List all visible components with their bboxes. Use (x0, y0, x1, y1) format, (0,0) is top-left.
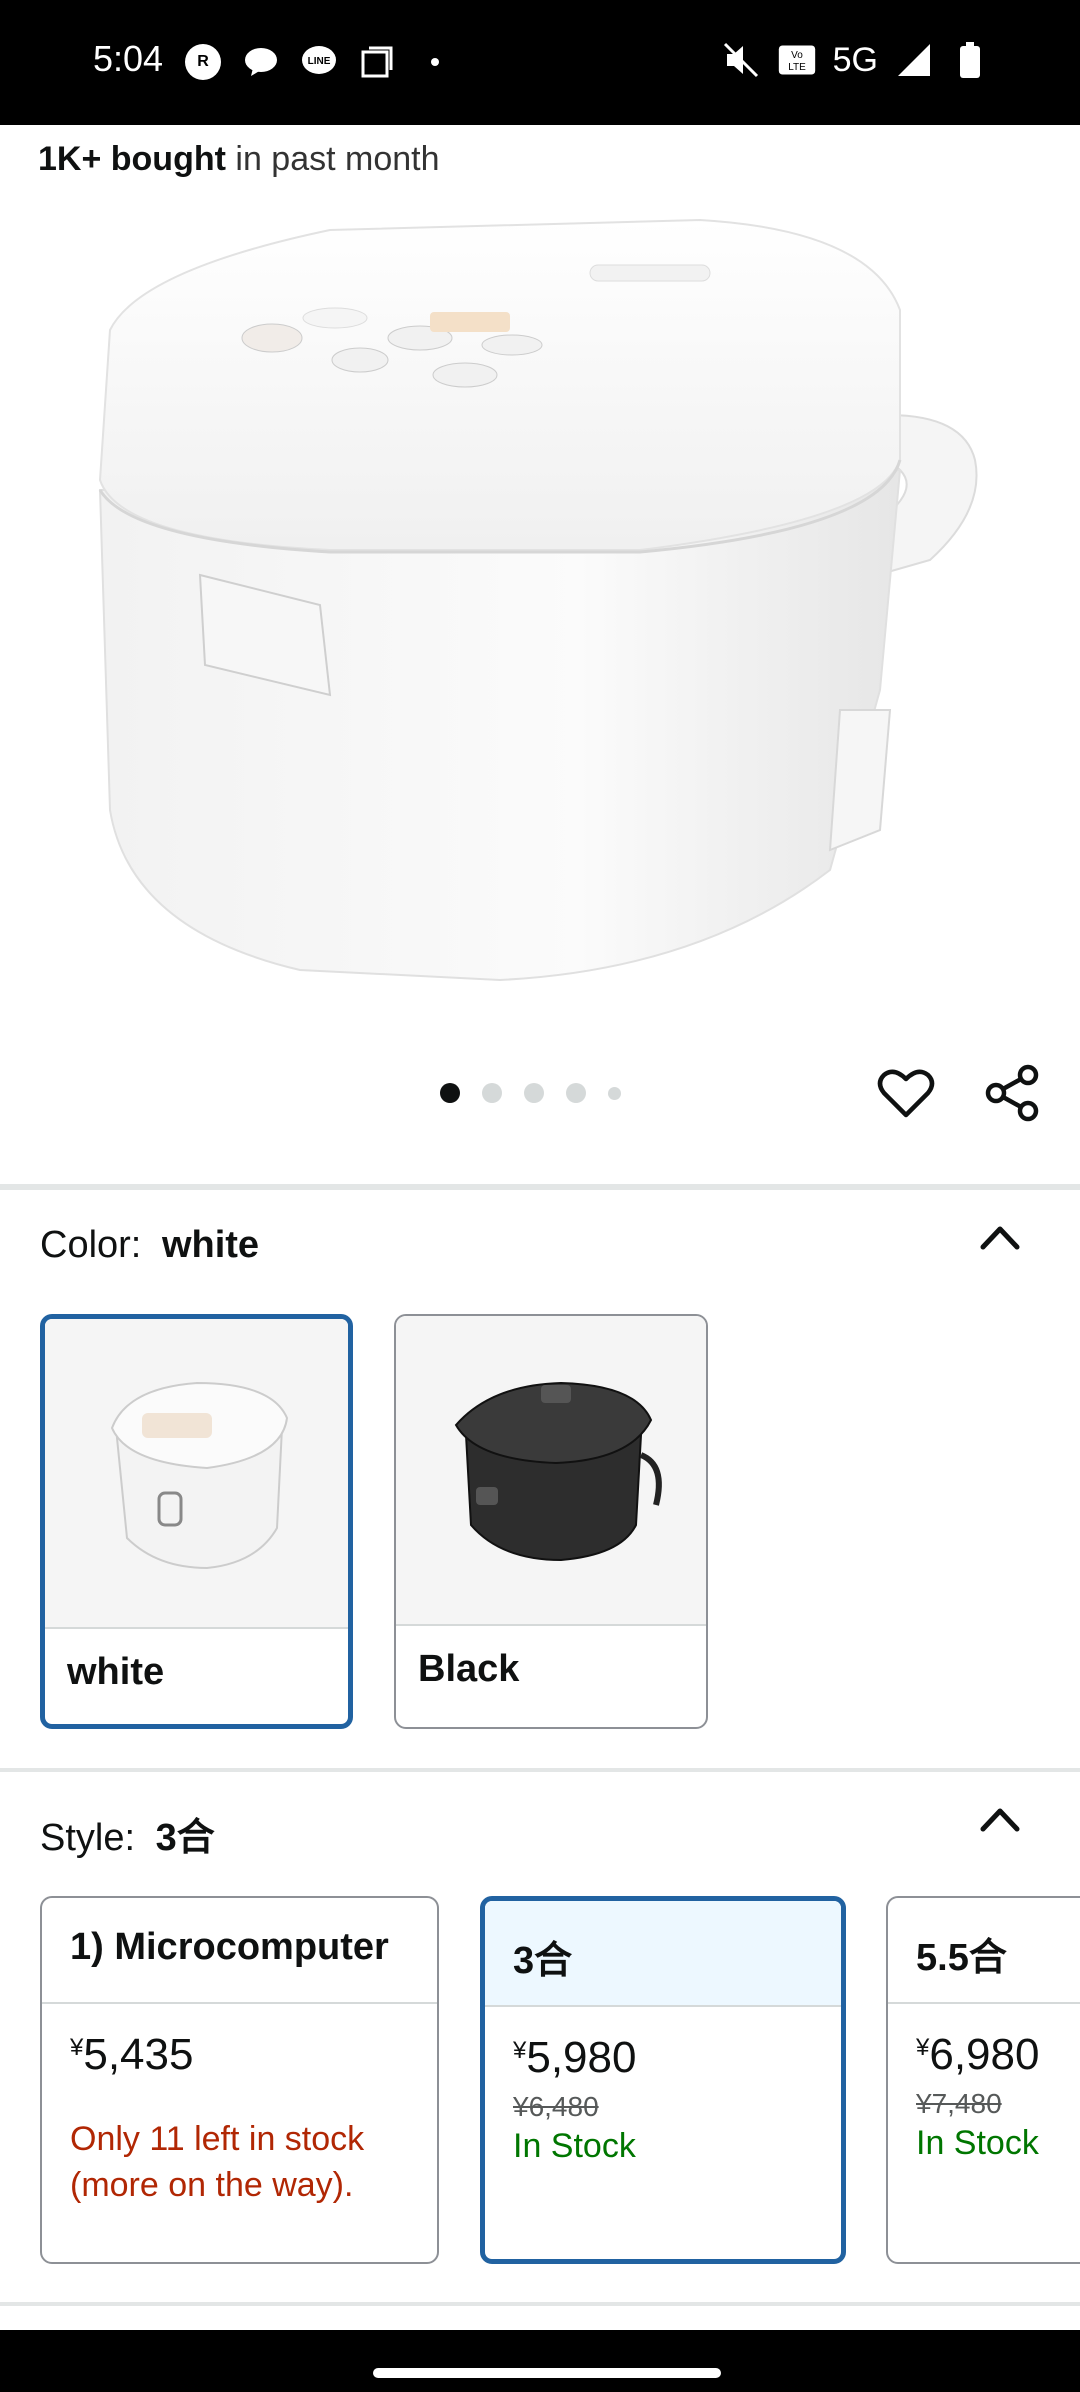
system-icons: Vo LTE 5G (721, 40, 990, 80)
battery-icon (950, 40, 990, 80)
network-type: 5G (832, 40, 878, 79)
carousel-dot-2[interactable] (482, 1083, 502, 1103)
carousel-dot-5[interactable] (608, 1086, 621, 1100)
carousel-dots[interactable] (440, 1083, 621, 1103)
stock-status: Only 11 left in stock (more on the way). (70, 2120, 365, 2204)
bought-count: 1K+ bought in past month (38, 140, 440, 179)
color-label: Color: (40, 1224, 142, 1266)
bought-count-value: 1K+ bought (38, 140, 226, 178)
home-gesture-handle[interactable] (373, 2368, 721, 2378)
color-section-label: Color: white (40, 1224, 259, 1267)
style-option-price: ¥5,435 (70, 2030, 409, 2080)
line-icon: LINE (299, 42, 339, 82)
style-option-price: ¥6,980 (916, 2030, 1080, 2080)
share-icon[interactable] (982, 1063, 1042, 1123)
product-image[interactable] (0, 190, 1080, 1050)
rakuten-link-icon: R (183, 42, 223, 82)
collapse-chevron-up-icon[interactable] (975, 1217, 1025, 1257)
price-value: 5,435 (83, 2030, 194, 2079)
price-value: 5,980 (526, 2033, 637, 2082)
notification-icons: R LINE (183, 42, 455, 82)
style-section-label: Style: 3合 (40, 1806, 215, 1861)
svg-text:LINE: LINE (308, 56, 331, 67)
section-divider (0, 1768, 1080, 1772)
signal-icon (894, 40, 934, 80)
volte-icon: Vo LTE (777, 40, 817, 80)
color-option-black[interactable]: Black (394, 1314, 708, 1729)
style-option-name: 5.5合 (888, 1898, 1080, 2004)
list-price: ¥7,480 (916, 2088, 1002, 2119)
currency-symbol: ¥ (513, 2037, 527, 2064)
currency-symbol: ¥ (70, 2034, 84, 2061)
chat-bubble-icon (241, 42, 281, 82)
section-divider (0, 1184, 1080, 1190)
color-selected-value: white (161, 1224, 260, 1266)
collapse-chevron-up-icon[interactable] (975, 1799, 1025, 1839)
screenshot-icon (357, 42, 397, 82)
carousel-dot-4[interactable] (566, 1083, 586, 1103)
style-option-3go[interactable]: 3合 ¥5,980 ¥6,480 In Stock (480, 1896, 846, 2264)
color-option-label: white (67, 1651, 165, 1693)
carousel-dot-1[interactable] (440, 1083, 460, 1103)
list-price: ¥6,480 (513, 2091, 599, 2122)
navigation-bar (0, 2330, 1080, 2392)
wishlist-heart-icon[interactable] (876, 1063, 936, 1123)
style-selected-value: 3合 (155, 1817, 215, 1859)
style-label: Style: (40, 1817, 136, 1859)
svg-text:R: R (197, 53, 209, 70)
mute-icon (721, 40, 761, 80)
stock-status: In Stock (916, 2124, 1039, 2162)
currency-symbol: ¥ (916, 2034, 930, 2061)
style-option-5-5go[interactable]: 5.5合 ¥6,980 ¥7,480 In Stock (886, 1896, 1080, 2264)
status-bar: 5:04 R LINE Vo LTE 5G (0, 0, 1080, 125)
rice-cooker-white-image (98, 218, 978, 982)
bought-count-suffix: in past month (225, 140, 440, 178)
style-option-name: 3合 (485, 1901, 841, 2007)
status-time: 5:04 (93, 38, 164, 79)
carousel-dot-3[interactable] (524, 1083, 544, 1103)
price-value: 6,980 (929, 2030, 1040, 2079)
dot-icon (415, 42, 455, 82)
black-swatch-image (396, 1316, 706, 1626)
style-option-name: 1) Microcomputer (42, 1898, 437, 2004)
style-option-microcomputer[interactable]: 1) Microcomputer ¥5,435 Only 11 left in … (40, 1896, 439, 2264)
color-option-white[interactable]: white (40, 1314, 353, 1729)
style-option-price: ¥5,980 (513, 2033, 813, 2083)
white-swatch-image (45, 1319, 348, 1629)
svg-text:Vo: Vo (791, 50, 803, 61)
stock-status: In Stock (513, 2127, 636, 2165)
color-option-label: Black (418, 1648, 520, 1690)
section-divider (0, 2302, 1080, 2306)
svg-text:LTE: LTE (788, 62, 806, 73)
